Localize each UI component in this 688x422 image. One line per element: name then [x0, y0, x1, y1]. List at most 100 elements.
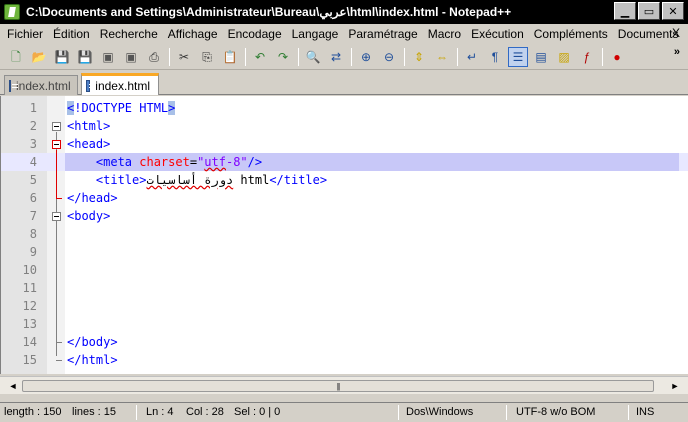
tab-label: index.html	[16, 78, 71, 93]
status-eol[interactable]: Dos\Windows	[406, 406, 473, 418]
menu-help[interactable]: ?	[684, 27, 688, 41]
menu-affichage[interactable]: Affichage	[163, 27, 223, 41]
code-line[interactable]: 4 <meta charset="utf-8"/>	[1, 153, 688, 171]
print-button[interactable]: ⎙	[144, 47, 164, 67]
code-line[interactable]: 10	[1, 261, 688, 279]
sync-horizontal-button[interactable]: ⇔	[432, 47, 452, 67]
code-line[interactable]: 5 <title>دورة أساسيات html</title>	[1, 171, 688, 189]
status-divider	[398, 405, 399, 420]
show-all-chars-button[interactable]: ¶	[485, 47, 505, 67]
code-area: </html>	[65, 351, 679, 369]
close-document-button[interactable]: X	[672, 26, 680, 40]
new-file-icon: 🗋	[11, 49, 21, 64]
code-token: >	[168, 101, 176, 115]
menu-recherche[interactable]: Recherche	[95, 27, 163, 41]
scrollbar-thumb[interactable]: |||	[22, 380, 654, 392]
function-list-button[interactable]: ƒ	[577, 47, 597, 67]
code-text: <!DOCTYPE HTML>	[67, 101, 176, 115]
status-mode[interactable]: INS	[636, 406, 654, 418]
menu-edition[interactable]: Édition	[48, 27, 95, 41]
code-text: </body>	[67, 335, 118, 349]
toolbar-overflow-button[interactable]: »	[674, 46, 680, 58]
code-token: <html>	[67, 119, 111, 133]
minimize-button[interactable]: ▁	[614, 2, 636, 20]
indent-guide-button[interactable]: ☰	[508, 46, 528, 67]
replace-icon: ⇄	[330, 49, 342, 64]
menu-langage[interactable]: Langage	[287, 27, 344, 41]
tab-index-html-1[interactable]: index.html	[4, 75, 78, 95]
document-map-button[interactable]: ▨	[554, 47, 574, 67]
tab-index-html-2[interactable]: index.html	[81, 73, 159, 95]
code-line[interactable]: 2 <html>	[1, 117, 688, 135]
zoom-in-button[interactable]: ⊕	[356, 47, 376, 67]
code-area: <!DOCTYPE HTML>	[65, 99, 679, 117]
undo-button[interactable]: ↶	[250, 47, 270, 67]
line-number: 2	[29, 119, 37, 133]
copy-button[interactable]: ⎘	[197, 47, 217, 67]
code-area: </head>	[65, 189, 679, 207]
code-line[interactable]: 14 </body>	[1, 333, 688, 351]
paste-button[interactable]: 📋	[220, 47, 240, 67]
code-line[interactable]: 15 </html>	[1, 351, 688, 369]
code-line[interactable]: 7 <body>	[1, 207, 688, 225]
code-line[interactable]: 6 </head>	[1, 189, 688, 207]
line-number: 8	[29, 227, 37, 241]
user-language-icon: ▤	[535, 49, 547, 64]
code-line[interactable]: 11	[1, 279, 688, 297]
code-text: <title>دورة أساسيات html</title>	[67, 173, 327, 187]
scroll-left-arrow-icon[interactable]: ◄	[6, 379, 20, 393]
code-line[interactable]: 9	[1, 243, 688, 261]
code-line[interactable]: 8	[1, 225, 688, 243]
toolbar-separator	[351, 47, 352, 66]
record-macro-icon: ●	[613, 49, 621, 64]
code-line[interactable]: 12	[1, 297, 688, 315]
editor-area[interactable]: 1 <!DOCTYPE HTML> 2 <html> 3 <head> 4 <meta ch…	[0, 96, 688, 374]
code-token: </body>	[67, 335, 118, 349]
status-encoding[interactable]: UTF-8 w/o BOM	[516, 406, 595, 418]
close-file-button[interactable]: ▣	[98, 47, 118, 67]
fold-toggle-body[interactable]	[52, 212, 61, 221]
menu-macro[interactable]: Macro	[423, 27, 466, 41]
zoom-out-icon: ⊖	[383, 49, 395, 64]
code-line[interactable]: 1 <!DOCTYPE HTML>	[1, 99, 688, 117]
scroll-right-arrow-icon[interactable]: ►	[668, 379, 682, 393]
close-window-button[interactable]: ✕	[662, 2, 684, 20]
menu-complements[interactable]: Compléments	[529, 27, 613, 41]
code-line[interactable]: 3 <head>	[1, 135, 688, 153]
fold-toggle-head[interactable]	[52, 140, 61, 149]
menu-fichier[interactable]: Fichier	[2, 27, 48, 41]
menu-encodage[interactable]: Encodage	[223, 27, 287, 41]
fold-guide-active	[56, 150, 57, 198]
code-token: <body>	[67, 209, 111, 223]
code-text: <head>	[67, 137, 110, 151]
sync-vertical-button[interactable]: ⇕	[409, 47, 429, 67]
cut-button[interactable]: ✂	[174, 47, 194, 67]
find-button[interactable]: 🔍	[303, 47, 323, 67]
fold-toggle-html[interactable]	[52, 122, 61, 131]
code-token: =	[189, 155, 198, 169]
code-area	[65, 315, 679, 333]
new-file-button[interactable]: 🗋	[6, 47, 26, 67]
redo-button[interactable]: ↷	[273, 47, 293, 67]
replace-button[interactable]: ⇄	[326, 47, 346, 67]
maximize-button[interactable]: ▭	[638, 2, 660, 20]
zoom-out-button[interactable]: ⊖	[379, 47, 399, 67]
save-button[interactable]: 💾	[52, 47, 72, 67]
save-all-button[interactable]: 💾	[75, 47, 95, 67]
document-map-icon: ▨	[558, 49, 570, 64]
menu-parametrage[interactable]: Paramétrage	[343, 27, 422, 41]
user-language-button[interactable]: ▤	[531, 47, 551, 67]
close-all-button[interactable]: ▣	[121, 47, 141, 67]
code-line[interactable]: 13	[1, 315, 688, 333]
line-number: 15	[22, 353, 37, 367]
undo-icon: ↶	[254, 49, 266, 64]
notepadpp-icon	[4, 4, 20, 20]
open-file-button[interactable]: 📂	[29, 47, 49, 67]
menu-execution[interactable]: Exécution	[466, 27, 529, 41]
word-wrap-button[interactable]: ↵	[462, 47, 482, 67]
line-number: 5	[29, 173, 37, 187]
file-icon	[9, 79, 18, 92]
record-macro-button[interactable]: ●	[607, 47, 627, 67]
code-token: <head>	[67, 137, 111, 151]
horizontal-scrollbar[interactable]: ◄ ||| ►	[0, 376, 688, 394]
